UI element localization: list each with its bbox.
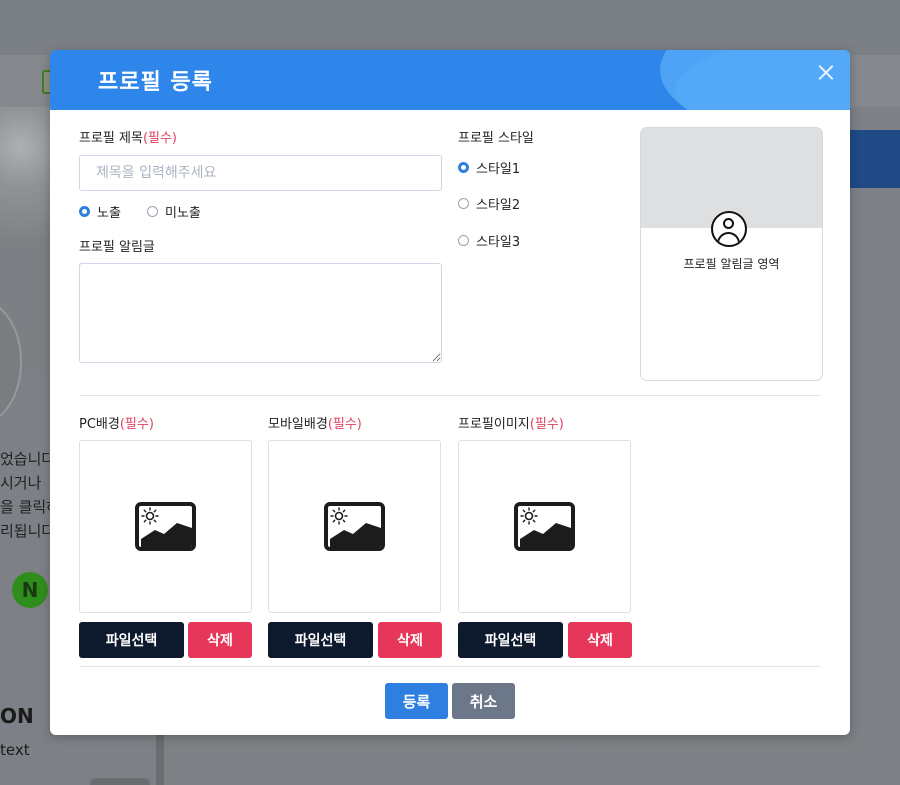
background-small-text: text (0, 741, 30, 759)
pc-background-select-button[interactable]: 파일선택 (79, 622, 184, 658)
style-option-label: 스타일2 (476, 198, 521, 213)
required-mark: (필수) (529, 417, 564, 432)
required-mark: (필수) (327, 417, 362, 432)
style-radio-3[interactable]: 스타일3 (458, 231, 520, 250)
mobile-background-label: 모바일배경(필수) (268, 413, 362, 432)
sun-icon (520, 507, 571, 547)
mountain-icon (330, 523, 381, 547)
mobile-background-upload-area[interactable] (268, 440, 441, 613)
modal-header: 프로필 등록 (50, 50, 850, 110)
style-option-label: 스타일1 (476, 162, 521, 177)
sun-icon (141, 507, 192, 547)
upload-label-text: 모바일배경 (268, 417, 328, 432)
profile-title-input[interactable] (79, 155, 442, 191)
profile-style-label: 프로필 스타일 (458, 131, 534, 146)
background-column (164, 735, 564, 785)
background-divider (156, 735, 164, 785)
required-mark: (필수) (142, 131, 178, 146)
profile-register-modal: 프로필 등록 프로필 제목(필수) 노출 미노출 프로필 알림글 프로필 스타일… (50, 50, 850, 735)
image-icon (324, 502, 385, 551)
required-mark: (필수) (119, 417, 154, 432)
visibility-radio-show[interactable]: 노출 (79, 202, 121, 221)
visibility-option-label: 미노출 (165, 206, 201, 221)
mobile-background-delete-button[interactable]: 삭제 (378, 622, 442, 658)
section-divider (79, 395, 821, 396)
footer-divider (79, 666, 821, 667)
image-icon (514, 502, 575, 551)
pc-background-delete-button[interactable]: 삭제 (188, 622, 252, 658)
radio-unselected-icon (458, 235, 469, 246)
pc-background-label: PC배경(필수) (79, 413, 154, 432)
sun-icon (330, 507, 381, 547)
background-column (572, 735, 900, 785)
mountain-icon (520, 523, 571, 547)
background-scrollbar (90, 778, 150, 785)
mobile-background-select-button[interactable]: 파일선택 (268, 622, 373, 658)
background-bold-text: ON (0, 704, 34, 728)
background-logo: N (12, 572, 48, 608)
profile-title-label-text: 프로필 제목 (79, 131, 143, 146)
profile-notice-label: 프로필 알림글 (79, 240, 155, 255)
background-text-line: 었습니다 (0, 450, 56, 468)
radio-unselected-icon (147, 206, 158, 217)
style-option-label: 스타일3 (476, 235, 521, 250)
modal-title: 프로필 등록 (98, 70, 213, 95)
profile-preview-card: 프로필 알림글 영역 (640, 127, 823, 381)
profile-image-select-button[interactable]: 파일선택 (458, 622, 563, 658)
background-text-line: 리됩니다 (0, 522, 56, 540)
profile-title-label: 프로필 제목(필수) (79, 127, 177, 146)
profile-image-delete-button[interactable]: 삭제 (568, 622, 632, 658)
cancel-button[interactable]: 취소 (452, 683, 515, 719)
visibility-option-label: 노출 (97, 206, 121, 221)
pc-background-upload-area[interactable] (79, 440, 252, 613)
visibility-radio-hide[interactable]: 미노출 (147, 202, 201, 221)
background-blue-panel (850, 130, 900, 188)
mountain-icon (141, 523, 192, 547)
radio-unselected-icon (458, 198, 469, 209)
submit-button[interactable]: 등록 (385, 683, 448, 719)
user-avatar-icon (711, 211, 747, 247)
close-icon[interactable] (816, 63, 836, 83)
background-top (0, 0, 900, 55)
image-icon (135, 502, 196, 551)
profile-image-label: 프로필이미지(필수) (458, 413, 564, 432)
background-text-line: 시거나 (0, 474, 42, 492)
profile-image-upload-area[interactable] (458, 440, 631, 613)
radio-selected-icon (79, 206, 90, 217)
radio-selected-icon (458, 162, 469, 173)
preview-notice-text: 프로필 알림글 영역 (683, 257, 780, 271)
upload-label-text: PC배경 (79, 417, 120, 432)
profile-notice-textarea[interactable] (79, 263, 442, 363)
style-radio-1[interactable]: 스타일1 (458, 158, 520, 177)
style-radio-2[interactable]: 스타일2 (458, 194, 520, 213)
upload-label-text: 프로필이미지 (458, 417, 530, 432)
